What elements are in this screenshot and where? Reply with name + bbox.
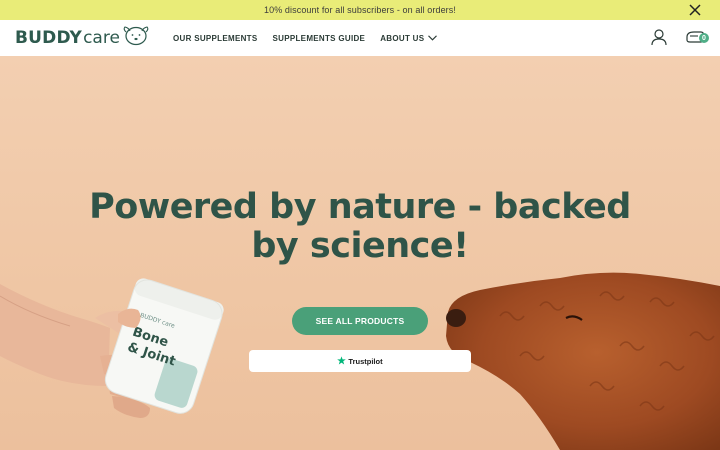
logo-text-light: care [83,28,120,48]
nav-supplements-guide[interactable]: SUPPLEMENTS GUIDE [273,34,366,43]
star-icon [337,352,347,370]
nav-our-supplements[interactable]: OUR SUPPLEMENTS [173,34,258,43]
hero-headline: Powered by nature - backed by science! [0,188,720,266]
close-icon[interactable] [688,3,702,17]
dog-face-icon [123,25,149,51]
account-icon[interactable] [650,28,668,46]
trustpilot-widget[interactable]: Trustpilot [249,350,471,372]
nav-label: ABOUT US [380,33,425,43]
brand-logo[interactable]: BUDDY care [15,25,149,51]
see-all-products-button[interactable]: SEE ALL PRODUCTS [292,307,428,335]
site-header: BUDDY care OUR SUPPLEMENTS SUPPLEMENTS G… [0,20,720,56]
header-icons: 0 [650,28,709,46]
promo-bar: 10% discount for all subscribers - on al… [0,0,720,20]
logo-text-bold: BUDDY [15,28,83,48]
chevron-down-icon [428,34,438,43]
cart-count-badge: 0 [699,33,709,43]
cart-icon[interactable]: 0 [686,28,709,46]
trustpilot-label: Trustpilot [348,356,383,366]
hero-section: BUDDY care Bone & Joint Powered by natur… [0,56,720,450]
nav-about-us[interactable]: ABOUT US [380,33,438,43]
headline-line-1: Powered by nature - backed [89,187,631,227]
promo-text: 10% discount for all subscribers - on al… [264,5,456,15]
headline-line-2: by science! [251,226,469,266]
main-nav: OUR SUPPLEMENTS SUPPLEMENTS GUIDE ABOUT … [173,20,452,56]
nav-label: SUPPLEMENTS GUIDE [272,33,366,43]
nav-label: OUR SUPPLEMENTS [173,33,258,43]
